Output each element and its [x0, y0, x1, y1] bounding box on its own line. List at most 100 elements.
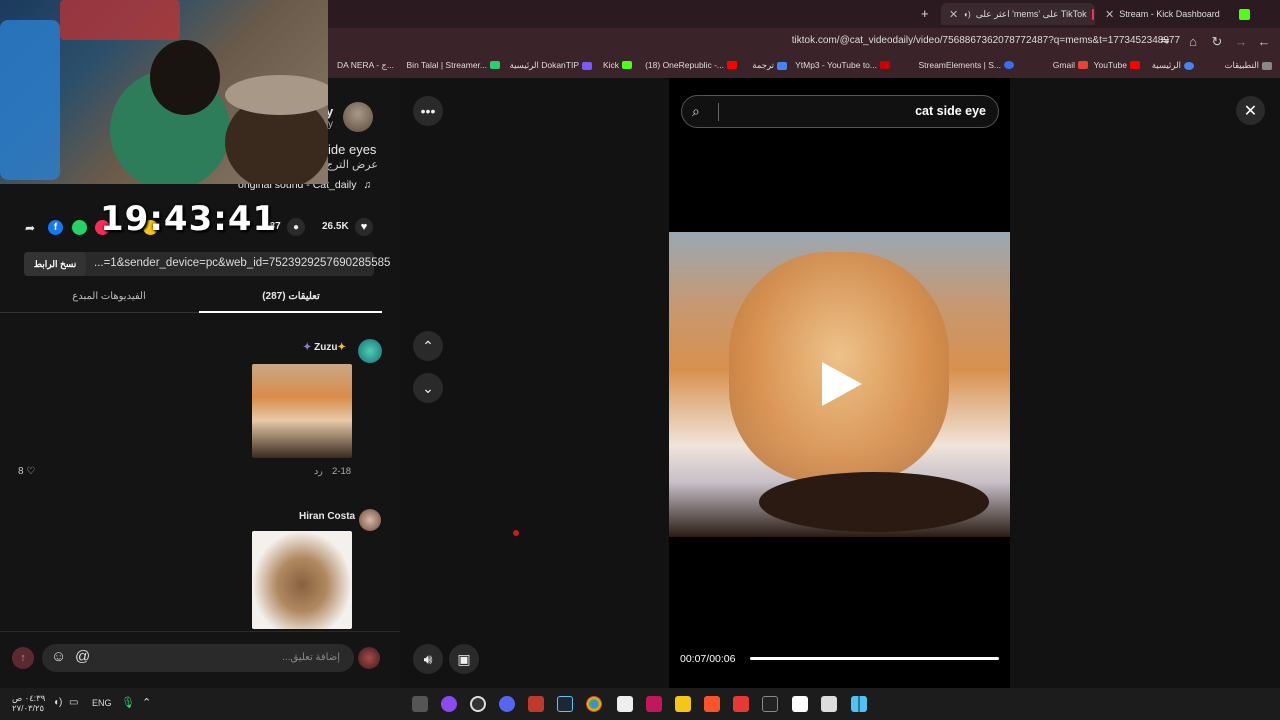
more-options-button[interactable]: •••	[413, 96, 443, 126]
system-clock[interactable]: ٠٤:٣٩ ص ٢٧/٠٣/٢٥	[12, 693, 45, 713]
volume-button[interactable]: 🔊︎	[413, 644, 443, 674]
play-icon[interactable]	[822, 362, 862, 406]
discord-icon[interactable]	[499, 696, 515, 712]
new-tab-button[interactable]: +	[921, 6, 929, 21]
share-arrow-icon[interactable]: ➦	[25, 221, 35, 235]
app-icon[interactable]	[441, 696, 457, 712]
volume-icon[interactable]: ◖)	[963, 10, 971, 19]
bookmark-bintalal[interactable]: Bin Talal | Streamer...	[407, 60, 500, 70]
app-icon[interactable]	[528, 696, 544, 712]
show-hidden-icons-chevron-icon[interactable]: ⌃	[142, 696, 151, 709]
bookmark-apps[interactable]: التطبيقات	[1224, 60, 1272, 71]
language-indicator[interactable]: ENG	[92, 698, 112, 708]
app-icon[interactable]	[470, 696, 486, 712]
mention-icon[interactable]: @	[75, 648, 90, 665]
bookmark-home[interactable]: الرئيسية	[1152, 60, 1194, 71]
picture-in-picture-button[interactable]: ▣	[449, 644, 479, 674]
comment-like[interactable]: 8 ♡	[18, 466, 35, 477]
youtube-icon	[727, 61, 737, 69]
bookmark-onerepublic[interactable]: (18) OneRepublic -...	[645, 60, 737, 70]
close-button[interactable]: ✕	[1236, 96, 1265, 125]
send-comment-button[interactable]: ↑	[12, 647, 34, 669]
music-note-icon: ♫	[363, 179, 372, 191]
sparkle-icon: ✦	[303, 342, 315, 353]
cursor-dot	[513, 530, 519, 536]
comment-sticker-image[interactable]	[252, 531, 352, 629]
comment-avatar[interactable]	[358, 339, 382, 363]
webcam-overlay	[0, 0, 328, 184]
forward-icon[interactable]: →	[1233, 34, 1249, 49]
search-icon: ⌕	[692, 103, 700, 119]
bookmark-streamelements[interactable]: StreamElements | S...	[918, 60, 1014, 70]
microphone-tray-icon[interactable]: 🎙︎	[121, 696, 135, 709]
home-icon[interactable]: ⌂	[1185, 34, 1201, 49]
close-icon: ✕	[1243, 102, 1258, 120]
progress-track[interactable]	[750, 657, 999, 660]
reload-icon[interactable]: ↻	[1209, 34, 1225, 50]
tab-comments[interactable]: تعليقات (287)	[200, 291, 382, 302]
comment-sticker-image[interactable]	[252, 364, 352, 458]
url-field[interactable]: tiktok.com/@cat_videodaily/video/7568867…	[792, 35, 1180, 46]
bookmark-gmail[interactable]: Gmail	[1053, 60, 1088, 70]
speaker-tray-icon[interactable]: ◖)	[53, 697, 62, 708]
share-link-text[interactable]: ...=1&sender_device=pc&web_id=7523929257…	[94, 257, 390, 269]
tab-creator-videos[interactable]: الفيديوهات المبدع	[18, 291, 200, 302]
see-translation-link[interactable]: عرض الترج	[326, 158, 378, 171]
author-avatar[interactable]	[343, 102, 373, 132]
dokantip-icon	[582, 61, 592, 70]
my-avatar	[358, 647, 380, 669]
app-icon[interactable]	[733, 696, 749, 712]
app-icon[interactable]	[412, 696, 428, 712]
file-explorer-icon[interactable]	[675, 696, 691, 712]
tiktok-icon[interactable]	[762, 696, 778, 712]
back-icon[interactable]: ←	[1256, 34, 1272, 49]
bookmark-dokantip[interactable]: الرئيسية DokanTIP	[510, 60, 592, 71]
whatsapp-icon[interactable]	[72, 220, 87, 235]
chrome-icon[interactable]	[586, 696, 602, 712]
tab-kick-dashboard[interactable]: ✕ Stream - Kick Dashboard	[1097, 3, 1258, 25]
previous-video-button[interactable]: ⌃	[413, 331, 443, 361]
tiktok-favicon-icon	[1091, 8, 1094, 20]
capcut-icon[interactable]	[792, 696, 808, 712]
windows-start-icon[interactable]	[851, 696, 867, 712]
active-tab-indicator	[199, 311, 382, 313]
comment-input[interactable]: إضافة تعليق... ☺ @	[42, 644, 354, 672]
comment-avatar[interactable]	[359, 509, 381, 531]
emoji-icon[interactable]: ☺	[51, 648, 66, 665]
reply-link[interactable]: رد	[314, 466, 323, 477]
apps-grid-icon	[1262, 61, 1272, 70]
store-icon[interactable]	[821, 696, 837, 712]
like-heart-icon[interactable]: ♥	[355, 218, 373, 236]
network-tray-icon[interactable]: ▭	[69, 697, 78, 708]
video-time: 00:07/00:06	[680, 653, 736, 665]
more-dots-icon: •••	[420, 103, 436, 119]
comment-username[interactable]: Hiran Costa	[299, 511, 355, 522]
stream-clock: 19:43:41	[100, 199, 278, 239]
app-icon[interactable]	[646, 696, 662, 712]
streamelements-icon	[1004, 61, 1014, 69]
search-input[interactable]: ⌕ cat side eye	[681, 95, 999, 128]
comment-username[interactable]: ✦ Zuzu✦	[303, 342, 346, 353]
facebook-icon[interactable]: f	[48, 220, 63, 235]
bookmark-youtube[interactable]: YouTube	[1094, 60, 1140, 70]
bookmark-ytmp3[interactable]: YtMp3 - YouTube to...	[795, 60, 890, 70]
copy-link-button[interactable]: نسخ الرابط	[24, 252, 86, 276]
file-icon[interactable]	[617, 696, 633, 712]
close-tab-icon[interactable]: ✕	[949, 8, 958, 21]
steam-icon[interactable]	[557, 696, 573, 712]
brave-icon[interactable]	[704, 696, 720, 712]
bookmark-kick[interactable]: Kick	[603, 60, 632, 70]
comment-bubble-icon[interactable]: ●	[287, 218, 305, 236]
bookmark-danera[interactable]: DA NERA - ج...	[337, 60, 394, 71]
close-tab-icon[interactable]: ✕	[1105, 8, 1114, 21]
next-video-button[interactable]: ⌄	[413, 373, 443, 403]
search-query: cat side eye	[915, 104, 986, 118]
chevron-down-icon: ⌄	[422, 379, 434, 396]
tab-title: Stream - Kick Dashboard	[1119, 9, 1220, 19]
ytmp3-icon	[880, 61, 890, 69]
bookmark-translate[interactable]: ترجمة	[752, 60, 787, 71]
chrome-icon	[1184, 61, 1194, 70]
kick-favicon-icon	[1238, 8, 1250, 20]
tab-tiktok[interactable]: ✕ ◖) اعثر على 'mems' على TikTok	[941, 3, 1095, 25]
share-link-box: نسخ الرابط ...=1&sender_device=pc&web_id…	[24, 252, 390, 276]
